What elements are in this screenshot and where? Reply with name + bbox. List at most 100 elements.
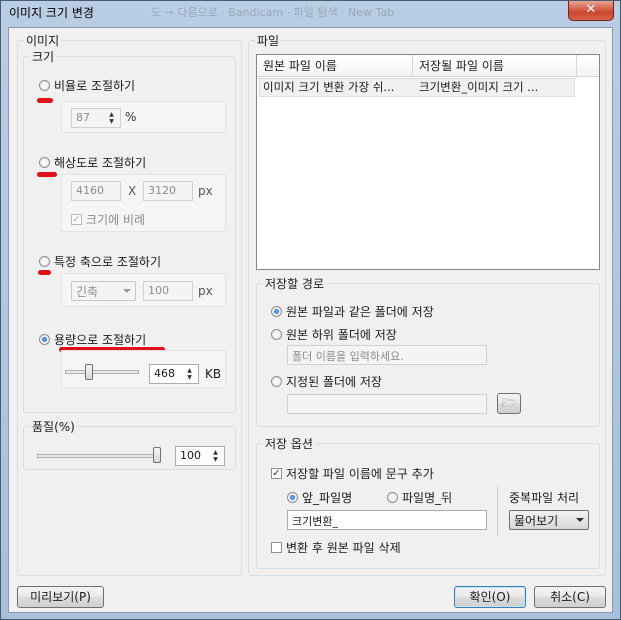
same-folder-label: 원본 파일과 같은 폴더에 저장 xyxy=(286,305,434,319)
capacity-radio-button[interactable] xyxy=(39,334,50,345)
delete-original-checkbox[interactable]: 변환 후 원본 파일 삭제 xyxy=(271,539,401,556)
quality-value: 100 xyxy=(180,449,201,462)
spin-down-icon[interactable]: ▼ xyxy=(209,456,222,463)
same-folder-radio[interactable]: 원본 파일과 같은 폴더에 저장 xyxy=(271,303,434,320)
column-header-saved[interactable]: 저장될 파일 이름 xyxy=(413,55,577,77)
spin-up-icon[interactable]: ▲ xyxy=(209,449,222,456)
duplicate-handling-value: 물어보기 xyxy=(514,514,559,528)
add-text-label: 저장할 파일 이름에 문구 추가 xyxy=(286,467,434,481)
resolution-radio-label: 해상도로 조절하기 xyxy=(54,156,147,170)
quality-spinner[interactable]: ▲ ▼ xyxy=(209,449,222,463)
capacity-radio-label: 용량으로 조절하기 xyxy=(54,333,147,347)
subfolder-radio[interactable]: 원본 하위 폴더에 저장 xyxy=(271,326,397,343)
spin-down-icon[interactable]: ▼ xyxy=(183,374,196,381)
ratio-input[interactable]: 87 ▲ ▼ xyxy=(71,108,121,128)
resolution-radio-button[interactable] xyxy=(39,157,50,168)
axis-value-input[interactable]: 100 xyxy=(143,281,193,301)
size-group-legend: 크기 xyxy=(32,50,55,64)
axis-unit: px xyxy=(198,284,213,298)
capacity-slider-thumb[interactable] xyxy=(84,364,93,380)
column-header-original[interactable]: 원본 파일 이름 xyxy=(257,55,413,77)
resolution-radio[interactable]: 해상도로 조절하기 xyxy=(39,154,146,171)
capacity-unit: KB xyxy=(205,367,222,381)
axis-radio-button[interactable] xyxy=(39,256,50,267)
axis-select-value: 긴축 xyxy=(76,285,99,299)
duplicate-handling-label: 중복파일 처리 xyxy=(509,491,580,505)
divider xyxy=(497,486,498,536)
prefix-radio-button[interactable] xyxy=(287,492,298,503)
capacity-spinner[interactable]: ▲ ▼ xyxy=(183,367,196,381)
quality-group-legend: 품질(%) xyxy=(32,420,75,434)
same-folder-radio-button[interactable] xyxy=(271,306,282,317)
cancel-button[interactable]: 취소(C) xyxy=(534,586,606,608)
capacity-value: 468 xyxy=(154,367,175,380)
file-group-legend: 파일 xyxy=(257,34,280,48)
axis-select[interactable]: 긴축 xyxy=(71,281,136,301)
resolution-unit: px xyxy=(198,184,213,198)
spin-down-icon[interactable]: ▼ xyxy=(105,118,118,125)
quality-slider-track[interactable] xyxy=(37,454,161,458)
quality-slider-thumb[interactable] xyxy=(153,447,161,463)
check-icon[interactable]: ✓ xyxy=(271,468,282,479)
add-text-checkbox[interactable]: ✓ 저장할 파일 이름에 문구 추가 xyxy=(271,465,434,482)
ok-button[interactable]: 확인(O) xyxy=(454,586,526,608)
spin-up-icon[interactable]: ▲ xyxy=(105,111,118,118)
dialog-window: 이미지 크기 변경 도 → 다음으로 · Bandicam · 파일 탐색 · … xyxy=(0,0,621,620)
red-annotation-mark xyxy=(37,98,53,103)
folder-open-icon: 🗁 xyxy=(501,396,517,410)
ratio-radio-button[interactable] xyxy=(39,80,50,91)
close-button[interactable]: ✕ xyxy=(568,1,614,21)
suffix-label: 파일명_뒤 xyxy=(402,491,453,505)
ratio-spinner[interactable]: ▲ ▼ xyxy=(105,111,118,125)
ratio-value: 87 xyxy=(76,111,90,124)
checkbox-box[interactable] xyxy=(271,542,282,553)
file-list[interactable]: 원본 파일 이름 저장될 파일 이름 이미지 크기 변환 가장 쉬... 크기변… xyxy=(256,54,600,270)
red-annotation-mark xyxy=(37,172,57,177)
ratio-radio-label: 비율로 조절하기 xyxy=(54,79,136,93)
title-bar[interactable]: 이미지 크기 변경 도 → 다음으로 · Bandicam · 파일 탐색 · … xyxy=(1,1,620,23)
save-options-legend: 저장 옵션 xyxy=(265,437,313,451)
height-input[interactable]: 3120 xyxy=(143,181,193,201)
browse-folder-button[interactable]: 🗁 xyxy=(497,393,521,414)
prefix-radio[interactable]: 앞_파일명 xyxy=(287,489,352,506)
capacity-input[interactable]: 468 ▲ ▼ xyxy=(149,364,199,384)
subfolder-name-input[interactable]: 폴더 이름을 입력하세요. xyxy=(287,345,487,365)
width-input[interactable]: 4160 xyxy=(71,181,121,201)
column-header-filler xyxy=(577,55,599,77)
red-annotation-mark xyxy=(38,270,51,275)
check-icon[interactable]: ✓ xyxy=(71,214,82,225)
background-tabs: 도 → 다음으로 · Bandicam · 파일 탐색 · New Tab xyxy=(151,6,395,19)
custom-folder-radio[interactable]: 지정된 폴더에 저장 xyxy=(271,373,382,390)
delete-original-label: 변환 후 원본 파일 삭제 xyxy=(286,541,401,555)
cell-original-name: 이미지 크기 변환 가장 쉬... xyxy=(263,80,395,94)
custom-folder-label: 지정된 폴더에 저장 xyxy=(286,375,382,389)
custom-folder-input[interactable] xyxy=(287,394,487,414)
subfolder-radio-button[interactable] xyxy=(271,329,282,340)
image-group-legend: 이미지 xyxy=(26,34,60,48)
x-separator: X xyxy=(128,184,137,198)
keep-ratio-label: 크기에 비례 xyxy=(86,213,146,227)
quality-input[interactable]: 100 ▲ ▼ xyxy=(175,446,225,466)
custom-folder-radio-button[interactable] xyxy=(271,376,282,387)
axis-radio[interactable]: 특정 축으로 조절하기 xyxy=(39,253,161,270)
duplicate-handling-select[interactable]: 물어보기 xyxy=(509,510,589,530)
filename-text-input[interactable]: 크기변환_ xyxy=(287,510,487,530)
preview-button[interactable]: 미리보기(P) xyxy=(17,586,104,608)
dialog-client: 이미지 크기 비율로 조절하기 87 ▲ ▼ % 해상도로 조절하기 4160 X… xyxy=(8,27,613,613)
suffix-radio-button[interactable] xyxy=(387,492,398,503)
chevron-down-icon xyxy=(123,289,131,293)
suffix-radio[interactable]: 파일명_뒤 xyxy=(387,489,452,506)
cell-saved-name: 크기변환_이미지 크기 ... xyxy=(419,80,539,94)
spin-up-icon[interactable]: ▲ xyxy=(183,367,196,374)
keep-ratio-checkbox[interactable]: ✓ 크기에 비례 xyxy=(71,211,145,228)
capacity-radio[interactable]: 용량으로 조절하기 xyxy=(39,331,146,348)
ratio-radio[interactable]: 비율로 조절하기 xyxy=(39,77,135,94)
axis-radio-label: 특정 축으로 조절하기 xyxy=(54,255,161,269)
subfolder-label: 원본 하위 폴더에 저장 xyxy=(286,328,397,342)
ratio-unit: % xyxy=(125,110,137,124)
window-title: 이미지 크기 변경 xyxy=(9,6,94,20)
save-path-legend: 저장할 경로 xyxy=(265,277,325,291)
chevron-down-icon xyxy=(576,518,584,522)
prefix-label: 앞_파일명 xyxy=(302,491,353,505)
capacity-slider-track[interactable] xyxy=(65,370,139,374)
